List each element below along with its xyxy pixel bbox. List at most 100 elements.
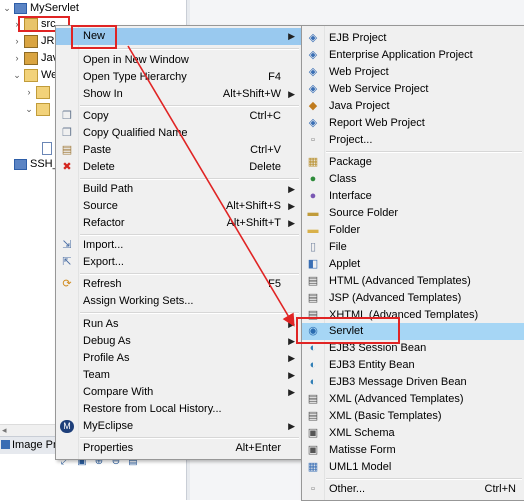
new-xml-schema[interactable]: ▣ XML Schema [302,425,524,442]
folder-icon [36,85,50,99]
collapse-icon[interactable]: ⌄ [12,67,22,83]
menu-item-profile-as[interactable]: Profile As ▶ [56,350,301,367]
menu-item-label: Matisse Form [329,444,396,456]
servlet-annotation-box [296,317,400,344]
menu-item-delete[interactable]: ✖ Delete Delete [56,159,301,176]
expand-icon[interactable]: › [12,50,22,66]
menu-item-team[interactable]: Team ▶ [56,367,301,384]
menu-item-debug-as[interactable]: Debug As ▶ [56,333,301,350]
new-xml-advanced[interactable]: ▤ XML (Advanced Templates) [302,391,524,408]
menu-item-refresh[interactable]: ⟳ Refresh F5 [56,276,301,293]
new-matisse-form[interactable]: ▣ Matisse Form [302,442,524,459]
tree-item-web[interactable]: ⌄ We [12,67,57,83]
new-source-folder[interactable]: ▬ Source Folder [302,205,524,222]
new-ejb-project[interactable]: ◈ EJB Project [302,30,524,47]
tree-item-subfolder-2[interactable]: ⌄ [24,101,53,117]
menu-item-import[interactable]: ⇲ Import... [56,237,301,254]
menu-item-show-in[interactable]: Show In Alt+Shift+W ▶ [56,86,301,103]
menu-item-export[interactable]: ⇱ Export... [56,254,301,271]
menu-item-label: Report Web Project [329,117,425,129]
folder-icon: ▬ [307,224,319,236]
menu-item-copy[interactable]: ❐ Copy Ctrl+C [56,108,301,125]
menu-item-label: Team [83,369,110,381]
menu-item-myeclipse[interactable]: M MyEclipse ▶ [56,418,301,435]
menu-item-source[interactable]: Source Alt+Shift+S ▶ [56,198,301,215]
expand-icon[interactable]: › [24,84,34,100]
new-jsp-advanced[interactable]: ▤ JSP (Advanced Templates) [302,290,524,307]
tree-item-file[interactable] [40,140,55,156]
new-java-project[interactable]: ◆ Java Project [302,98,524,115]
menu-item-restore-local-history[interactable]: Restore from Local History... [56,401,301,418]
new-submenu: ◈ EJB Project ◈ Enterprise Application Pro… [301,25,524,501]
menu-item-build-path[interactable]: Build Path ▶ [56,181,301,198]
folder-icon [24,68,38,82]
menu-item-shortcut: Alt+Shift+S [225,200,281,212]
menu-item-label: Class [329,173,357,185]
menu-item-paste[interactable]: ▤ Paste Ctrl+V [56,142,301,159]
new-applet[interactable]: ◧ Applet [302,256,524,273]
menu-item-copy-qualified-name[interactable]: ❐ Copy Qualified Name [56,125,301,142]
new-html-advanced[interactable]: ▤ HTML (Advanced Templates) [302,273,524,290]
new-web-service-project[interactable]: ◈ Web Service Project [302,81,524,98]
menu-item-label: JSP (Advanced Templates) [329,292,462,304]
menu-item-assign-working-sets[interactable]: Assign Working Sets... [56,293,301,310]
submenu-arrow-icon: ▶ [288,319,295,329]
uml-model-icon: ▦ [307,461,319,473]
new-project[interactable]: ▫ Project... [302,132,524,149]
collapse-icon[interactable]: ⌄ [24,101,34,117]
new-xml-basic[interactable]: ▤ XML (Basic Templates) [302,408,524,425]
menu-item-label: XML (Advanced Templates) [329,393,464,405]
new-folder[interactable]: ▬ Folder [302,222,524,239]
new-web-project[interactable]: ◈ Web Project [302,64,524,81]
menu-item-label: Restore from Local History... [83,403,222,415]
submenu-arrow-icon: ▶ [288,184,295,194]
menu-item-refactor[interactable]: Refactor Alt+Shift+T ▶ [56,215,301,232]
tree-label-myservlet: MyServlet [30,2,79,14]
submenu-arrow-icon: ▶ [288,218,295,228]
file-icon [42,141,52,155]
context-menu: New ▶ Open in New Window Open Type Hiera… [55,25,302,460]
new-package[interactable]: ▦ Package [302,154,524,171]
copy-icon: ❐ [62,110,72,122]
tree-item-myservlet[interactable]: ⌄ MyServlet [2,0,79,16]
new-file[interactable]: ▯ File [302,239,524,256]
new-ejb3-entity-bean[interactable]: ◐ EJB3 Entity Bean [302,357,524,374]
export-icon: ⇱ [62,256,72,268]
submenu-arrow-icon: ▶ [288,201,295,211]
entity-bean-icon: ◐ [309,359,317,371]
menu-separator [80,105,299,107]
file-icon: ▯ [309,241,317,253]
new-interface[interactable]: ● Interface [302,188,524,205]
scroll-left-icon[interactable]: ◂ [2,425,7,436]
menu-item-properties[interactable]: Properties Alt+Enter [56,440,301,457]
tree-item-subfolder-1[interactable]: › [24,84,53,100]
new-enterprise-application-project[interactable]: ◈ Enterprise Application Project [302,47,524,64]
collapse-icon[interactable]: ⌄ [2,0,12,16]
menu-item-run-as[interactable]: Run As ▶ [56,316,301,333]
message-bean-icon: ◐ [309,376,317,388]
source-folder-icon: ▬ [307,207,319,219]
tree-item-jre[interactable]: › JRI [12,33,58,49]
expand-icon[interactable]: › [12,33,22,49]
menu-item-label: Show In [83,88,123,100]
new-other[interactable]: ▫ Other... Ctrl+N [302,481,524,498]
new-ejb3-message-driven-bean[interactable]: ◐ EJB3 Message Driven Bean [302,374,524,391]
jsp-icon: ▤ [307,292,319,304]
new-report-web-project[interactable]: ◈ Report Web Project [302,115,524,132]
menu-item-label: Java Project [329,100,390,112]
paste-icon: ▤ [61,144,73,156]
library-icon [24,34,38,48]
xml-icon: ▤ [307,393,319,405]
new-uml1-model[interactable]: ▦ UML1 Model [302,459,524,476]
menu-separator [80,273,299,275]
menu-item-label: Build Path [83,183,134,195]
tree-item-java[interactable]: › Jav [12,50,58,66]
menu-item-shortcut: Delete [249,161,281,173]
menu-item-open-type-hierarchy[interactable]: Open Type Hierarchy F4 [56,69,301,86]
html-icon: ▤ [307,275,319,287]
menu-separator [326,478,522,480]
menu-item-label: Paste [83,144,112,156]
menu-item-open-in-new-window[interactable]: Open in New Window [56,52,301,69]
new-class[interactable]: ● Class [302,171,524,188]
menu-item-compare-with[interactable]: Compare With ▶ [56,384,301,401]
